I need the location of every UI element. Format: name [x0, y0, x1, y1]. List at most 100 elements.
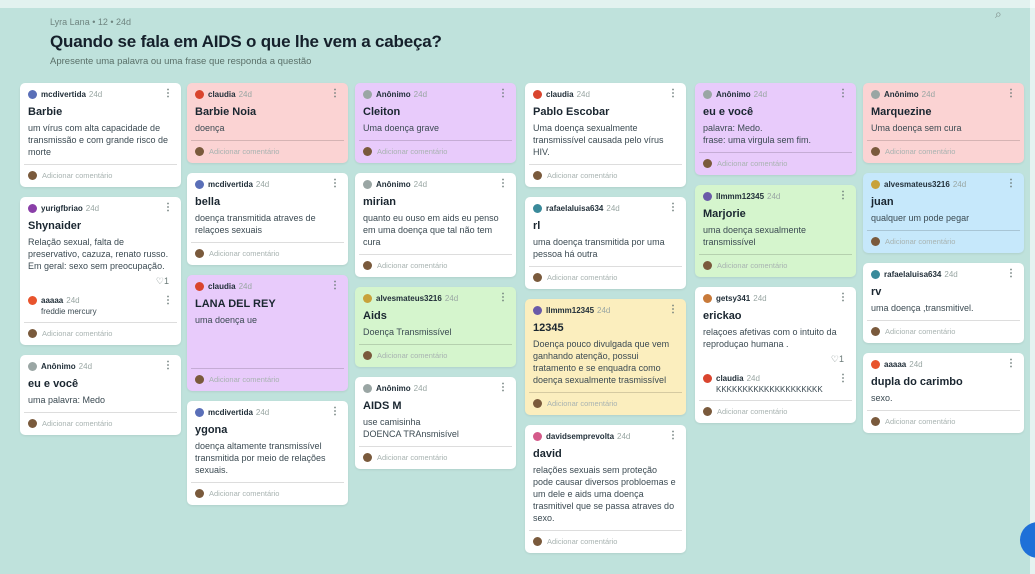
- post-card[interactable]: mcdivertida 24d ⋮ ygona doença altamente tra…: [187, 401, 348, 505]
- post-card[interactable]: claudia 24d ⋮ LANA DEL REY uma doença ue Adic…: [187, 275, 348, 391]
- post-card[interactable]: claudia 24d ⋮ Pablo Escobar Uma doença sexua…: [525, 83, 686, 187]
- post-card[interactable]: claudia 24d ⋮ Barbie Noia doença Adicionar co…: [187, 83, 348, 163]
- add-comment-field[interactable]: Adicionar comentário: [191, 140, 344, 163]
- author-name: claudia: [546, 89, 574, 99]
- user-avatar: [871, 327, 880, 336]
- post-card[interactable]: alvesmateus3216 24d ⋮ juan qualquer um pode …: [863, 173, 1024, 253]
- post-card[interactable]: mcdivertida 24d ⋮ Barbie um vírus com alta c…: [20, 83, 181, 187]
- add-comment-field[interactable]: Adicionar comentário: [24, 164, 177, 187]
- add-comment-field[interactable]: Adicionar comentário: [867, 140, 1020, 163]
- add-comment-field[interactable]: Adicionar comentário: [529, 266, 682, 289]
- add-comment-field[interactable]: Adicionar comentário: [867, 320, 1020, 343]
- like-button[interactable]: ♡1: [703, 354, 848, 365]
- post-card[interactable]: rafaelaluisa634 24d ⋮ rl uma doença transmit…: [525, 197, 686, 289]
- author-name: yurigfbriao: [41, 203, 83, 213]
- more-options-icon[interactable]: ⋮: [668, 89, 678, 99]
- search-icon[interactable]: ⌕: [995, 7, 1002, 22]
- author-name: mcdivertida: [208, 407, 253, 417]
- post-card[interactable]: alvesmateus3216 24d ⋮ Aids Doença Transmissí…: [355, 287, 516, 367]
- more-options-icon[interactable]: ⋮: [498, 89, 508, 99]
- more-options-icon[interactable]: ⋮: [1006, 359, 1016, 369]
- more-options-icon[interactable]: ⋮: [498, 293, 508, 303]
- more-options-icon[interactable]: ⋮: [163, 89, 173, 99]
- add-comment-field[interactable]: Adicionar comentário: [191, 368, 344, 391]
- add-comment-field[interactable]: Adicionar comentário: [529, 530, 682, 553]
- post-card[interactable]: aaaaa 24d ⋮ dupla do carimbo sexo. Adicionar …: [863, 353, 1024, 433]
- comment: claudia 24d ⋮ KKKKKKKKKKKKKKKKKKKK: [695, 371, 856, 400]
- add-comment-field[interactable]: Adicionar comentário: [359, 140, 512, 163]
- post-card[interactable]: Anônimo 24d ⋮ eu e você uma palavra: Medo Adi…: [20, 355, 181, 435]
- add-comment-field[interactable]: Adicionar comentário: [359, 254, 512, 277]
- post-time: 24d: [909, 359, 923, 369]
- add-comment-field[interactable]: Adicionar comentário: [359, 446, 512, 469]
- comment-author: claudia: [716, 374, 744, 383]
- post-author-row: claudia 24d ⋮: [195, 280, 340, 292]
- add-comment-field[interactable]: Adicionar comentário: [699, 152, 852, 175]
- add-comment-field[interactable]: Adicionar comentário: [359, 344, 512, 367]
- more-options-icon[interactable]: ⋮: [498, 383, 508, 393]
- post-card[interactable]: llmmm12345 24d ⋮ Marjorie uma doença sexualm…: [695, 185, 856, 277]
- author-name: mcdivertida: [41, 89, 86, 99]
- add-comment-field[interactable]: Adicionar comentário: [24, 322, 177, 345]
- post-time: 24d: [576, 89, 590, 99]
- add-post-button[interactable]: [1020, 522, 1035, 558]
- post-card[interactable]: Anônimo 24d ⋮ AIDS M use camisinha DOENCA TR…: [355, 377, 516, 469]
- more-options-icon[interactable]: ⋮: [1006, 269, 1016, 279]
- more-options-icon[interactable]: ⋮: [330, 281, 340, 291]
- post-card[interactable]: getsy341 24d ⋮ erickao relaçoes afetivas com…: [695, 287, 856, 423]
- add-comment-field[interactable]: Adicionar comentário: [191, 482, 344, 505]
- more-options-icon[interactable]: ⋮: [330, 407, 340, 417]
- more-options-icon[interactable]: ⋮: [668, 431, 678, 441]
- add-comment-label: Adicionar comentário: [377, 261, 448, 270]
- post-body: getsy341 24d ⋮ erickao relaçoes afetivas com…: [695, 287, 856, 371]
- post-card[interactable]: Anônimo 24d ⋮ Marquezine Uma doença sem cura…: [863, 83, 1024, 163]
- more-options-icon[interactable]: ⋮: [330, 179, 340, 189]
- post-card[interactable]: Anônimo 24d ⋮ Cleiton Uma doença grave Adicio…: [355, 83, 516, 163]
- padlet-header: Lyra Lana • 12 • 24d Quando se fala em A…: [50, 17, 442, 67]
- like-button[interactable]: ♡1: [28, 276, 173, 287]
- post-time: 24d: [444, 293, 459, 303]
- more-options-icon[interactable]: ⋮: [668, 203, 678, 213]
- more-options-icon[interactable]: ⋮: [668, 305, 678, 315]
- author-avatar: [533, 305, 542, 315]
- post-card[interactable]: Anônimo 24d ⋮ mirian quanto eu ouso em aids …: [355, 173, 516, 277]
- post-title: rl: [533, 220, 541, 232]
- post-card[interactable]: mcdivertida 24d ⋮ bella doença transmitida a…: [187, 173, 348, 265]
- more-options-icon[interactable]: ⋮: [838, 89, 848, 99]
- post-card[interactable]: llmmm12345 24d ⋮ 12345 Doença pouco divulgad…: [525, 299, 686, 415]
- more-options-icon[interactable]: ⋮: [163, 361, 173, 371]
- author-name: claudia: [208, 281, 236, 291]
- more-options-icon[interactable]: ⋮: [1006, 179, 1016, 189]
- post-card[interactable]: rafaelaluisa634 24d ⋮ rv uma doença ,transmi…: [863, 263, 1024, 343]
- more-options-icon[interactable]: ⋮: [838, 191, 848, 201]
- user-avatar: [363, 147, 372, 156]
- more-options-icon[interactable]: ⋮: [330, 89, 340, 99]
- comment-options-icon[interactable]: ⋮: [838, 373, 848, 383]
- add-comment-label: Adicionar comentário: [42, 329, 113, 338]
- comment-author-row: claudia 24d ⋮: [703, 373, 848, 383]
- add-comment-field[interactable]: Adicionar comentário: [191, 242, 344, 265]
- more-options-icon[interactable]: ⋮: [838, 293, 848, 303]
- add-comment-label: Adicionar comentário: [377, 351, 448, 360]
- add-comment-field[interactable]: Adicionar comentário: [529, 392, 682, 415]
- post-text: Uma doença sexualmente transmissível cau…: [533, 123, 664, 157]
- more-options-icon[interactable]: ⋮: [163, 203, 173, 213]
- add-comment-field[interactable]: Adicionar comentário: [867, 410, 1020, 433]
- post-card[interactable]: yurigfbriao 24d ⋮ Shynaider Relação sexual, …: [20, 197, 181, 345]
- more-options-icon[interactable]: ⋮: [498, 179, 508, 189]
- add-comment-field[interactable]: Adicionar comentário: [699, 400, 852, 423]
- user-avatar: [533, 171, 542, 180]
- add-comment-field[interactable]: Adicionar comentário: [529, 164, 682, 187]
- user-avatar: [871, 417, 880, 426]
- author-avatar: [28, 361, 37, 371]
- more-options-icon[interactable]: ⋮: [1006, 89, 1016, 99]
- author-name: Anônimo: [716, 89, 751, 99]
- post-title: david: [533, 448, 562, 460]
- add-comment-field[interactable]: Adicionar comentário: [699, 254, 852, 277]
- post-card[interactable]: Anônimo 24d ⋮ eu e você palavra: Medo. frase…: [695, 83, 856, 175]
- comment-options-icon[interactable]: ⋮: [163, 295, 173, 305]
- post-card[interactable]: davidsemprevolta 24d ⋮ david relações sexuai…: [525, 425, 686, 553]
- add-comment-field[interactable]: Adicionar comentário: [24, 412, 177, 435]
- add-comment-field[interactable]: Adicionar comentário: [867, 230, 1020, 253]
- scrollbar[interactable]: [1030, 0, 1035, 574]
